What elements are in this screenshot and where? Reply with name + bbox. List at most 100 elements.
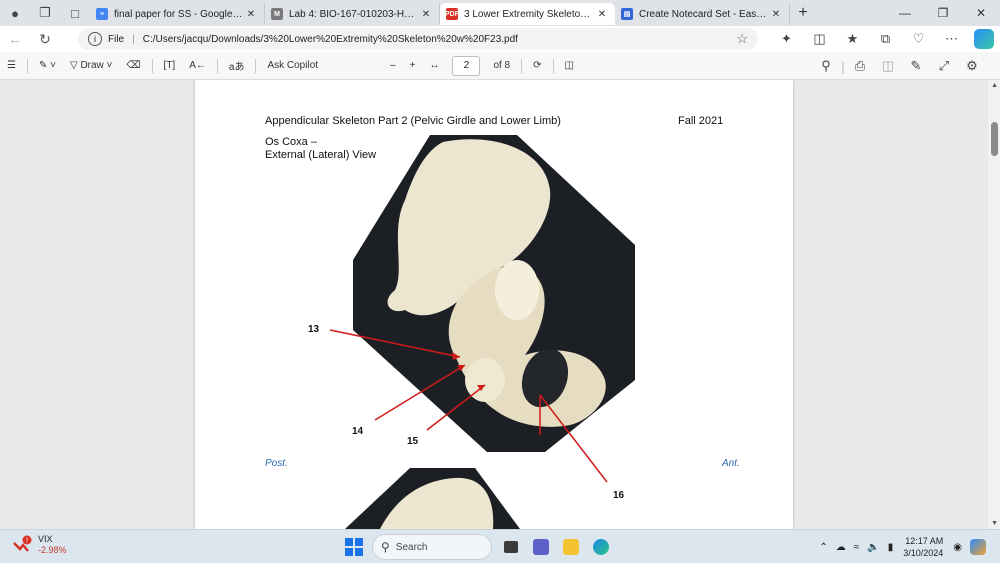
windows-start-icon[interactable] [345,538,363,556]
pdf-viewer[interactable]: Appendicular Skeleton Part 2 (Pelvic Gir… [0,80,1000,529]
teams-icon[interactable] [526,534,556,560]
settings-icon[interactable]: ⚙ [958,58,986,74]
taskbar-apps [496,534,616,560]
restore-icon[interactable]: ❐ [924,6,962,20]
address-bar[interactable]: i File | C:/Users/jacqu/Downloads/3%20Lo… [78,28,758,50]
chevron-up-icon[interactable]: ⌃ [819,542,827,553]
clock[interactable]: 12:17 AM 3/10/2024 [903,535,943,559]
edge-icon[interactable] [586,534,616,560]
scroll-up-icon[interactable]: ▲ [991,82,998,89]
page-number-input[interactable]: 2 [452,55,481,76]
svg-text:!: ! [26,537,29,545]
close-icon[interactable]: ✕ [244,9,258,20]
label-16: 16 [613,490,625,501]
highlight-icon[interactable]: ✎ ˅ [32,60,63,71]
close-window-icon[interactable]: ✕ [962,6,1000,20]
system-tray: ⌃ ☁ ≈ 🔈 ▮ 12:17 AM 3/10/2024 ◉ [815,530,990,563]
minimize-icon[interactable]: — [886,6,924,20]
address-bar-row: ← ↻ i File | C:/Users/jacqu/Downloads/3%… [0,26,1000,52]
page-total: of 8 [493,60,511,71]
split-screen-icon[interactable]: ◫ [803,31,836,47]
tab-lab4[interactable]: M Lab 4: BIO-167-010203-Human A ✕ [265,3,440,25]
notecard-icon: ▤ [621,8,633,20]
ask-copilot-button[interactable]: Ask Copilot [260,60,325,71]
volume-icon[interactable]: 🔈 [867,542,879,553]
profile-icon[interactable]: ● [0,0,30,26]
close-icon[interactable]: ✕ [595,9,609,20]
favorites-icon[interactable]: ★ [836,31,869,47]
pdf-icon: PDF [445,8,459,20]
battery-icon[interactable]: ▮ [888,542,894,553]
stock-widget[interactable]: ! VIX -2.98% [12,534,67,556]
tab-pdf[interactable]: PDF 3 Lower Extremity Skeleton w F2 ✕ [440,3,615,25]
scheme-label: File [108,33,125,45]
read-aloud-icon[interactable]: A← [182,60,213,71]
tab-title: 3 Lower Extremity Skeleton w F2 [464,8,595,20]
page-view-icon[interactable]: ◫ [558,60,581,71]
ticker-symbol: VIX [38,534,53,544]
scroll-thumb[interactable] [991,122,998,156]
search-placeholder: Search [395,541,428,553]
canvas-icon: M [271,8,283,20]
tab-title: Create Notecard Set - Easy Note [639,8,769,20]
pdf-actions: ⚲ | ⎙ ◫ ✎ ⤢ ⚙ [812,52,986,80]
label-14: 14 [352,426,364,437]
vertical-scrollbar[interactable]: ▲ ▼ [988,80,1000,529]
refresh-icon[interactable]: ↻ [30,31,60,48]
divider [521,58,523,73]
info-icon[interactable]: i [88,32,102,46]
clock-time: 12:17 AM [905,536,944,546]
copilot-icon[interactable] [974,29,994,49]
file-explorer-icon[interactable] [556,534,586,560]
tab-google-docs[interactable]: ≡ final paper for SS - Google Docs ✕ [90,3,265,25]
save-as-icon[interactable]: ✎ [902,58,930,74]
stock-down-icon: ! [13,535,32,552]
search-icon: ⚲ [381,540,390,554]
favorite-star-icon[interactable]: ☆ [736,31,748,47]
translate-button[interactable]: aあ [222,58,252,73]
url-text[interactable]: C:/Users/jacqu/Downloads/3%20Lower%20Ext… [143,34,518,45]
fullscreen-icon[interactable]: ⤢ [930,58,958,74]
draw-button[interactable]: ▽ Draw ˅ [63,60,119,71]
eraser-icon[interactable]: ⌫ [119,60,147,71]
search-icon[interactable]: ⚲ [812,58,840,74]
workspaces-icon[interactable]: ❐ [30,0,60,26]
save-icon[interactable]: ◫ [874,58,902,74]
copilot-taskbar-icon[interactable] [970,539,986,555]
scroll-down-icon[interactable]: ▼ [991,520,998,527]
fit-page-icon[interactable]: ↔ [422,60,446,71]
task-view-icon[interactable] [496,534,526,560]
divider [255,58,257,73]
cloud-icon[interactable]: ☁ [836,542,846,553]
new-tab-button[interactable]: + [790,4,816,22]
close-icon[interactable]: ✕ [419,9,433,20]
browser-actions: ✦ ◫ ★ ⧉ ♡ ⋯ [770,26,994,52]
contents-icon[interactable]: ☰ [0,60,23,71]
back-icon[interactable]: ← [0,31,30,47]
tab-actions-icon[interactable]: □ [60,0,90,26]
tab-bar: ● ❐ □ ≡ final paper for SS - Google Docs… [0,0,1000,26]
notification-icon[interactable]: ◉ [953,542,962,553]
tab-notecard[interactable]: ▤ Create Notecard Set - Easy Note ✕ [615,3,790,25]
taskbar-search[interactable]: ⚲ Search [372,534,492,560]
zoom-out-icon[interactable]: – [383,60,403,71]
divider [552,58,554,73]
posterior-label: Post. [265,458,288,469]
rotate-icon[interactable]: ⟳ [526,60,548,71]
extensions-icon[interactable]: ✦ [770,31,803,47]
acetabulum [495,260,539,320]
window-controls: — ❐ ✕ [886,0,1000,26]
close-icon[interactable]: ✕ [769,9,783,20]
wifi-icon[interactable]: ≈ [854,542,860,553]
label-13: 13 [308,324,320,335]
zoom-in-icon[interactable]: + [403,60,423,71]
divider: | [132,33,135,45]
label-15: 15 [407,436,419,447]
collections-icon[interactable]: ⧉ [869,31,902,47]
more-icon[interactable]: ⋯ [935,31,968,47]
pdf-page: Appendicular Skeleton Part 2 (Pelvic Gir… [195,80,793,529]
print-icon[interactable]: ⎙ [846,58,874,74]
browser-essentials-icon[interactable]: ♡ [902,31,935,47]
anterior-label: Ant. [722,458,740,469]
text-box-icon[interactable]: [T] [157,60,183,71]
